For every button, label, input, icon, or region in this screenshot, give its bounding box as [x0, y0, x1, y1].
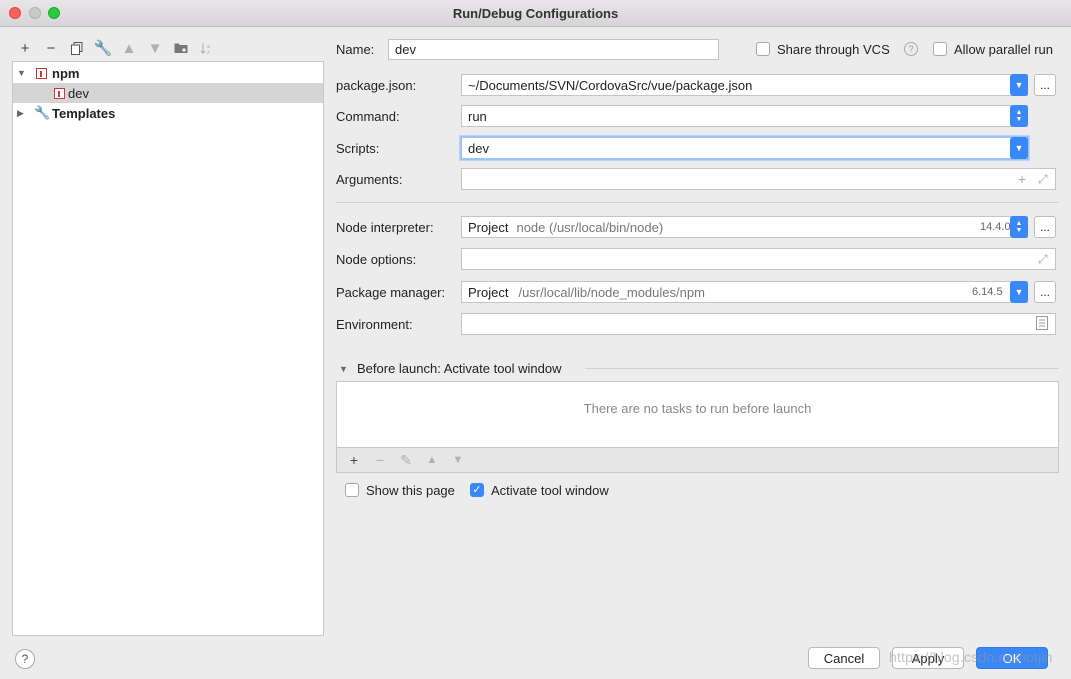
node-interpreter-label: Node interpreter:: [336, 220, 434, 235]
expanded-arrow-icon[interactable]: ▼: [17, 68, 26, 78]
title-bar: Run/Debug Configurations: [0, 0, 1071, 27]
move-up-icon[interactable]: ▲: [116, 38, 142, 58]
collapsed-arrow-icon[interactable]: ▶: [17, 108, 24, 119]
npm-icon: [36, 67, 47, 79]
before-launch-toolbar: + − ✎ ▲ ▼: [336, 448, 1059, 473]
before-launch-list[interactable]: There are no tasks to run before launch: [336, 381, 1059, 448]
tree-label-npm: npm: [52, 65, 80, 81]
arguments-input[interactable]: [461, 168, 1056, 190]
scripts-value: dev: [468, 140, 489, 156]
separator: [585, 368, 1059, 369]
edit-icon[interactable]: ✎: [393, 450, 419, 470]
cancel-button[interactable]: Cancel: [808, 647, 880, 669]
remove-icon[interactable]: −: [38, 38, 64, 58]
browse-package-manager-button[interactable]: ...: [1034, 281, 1056, 303]
add-icon[interactable]: +: [1018, 171, 1026, 187]
command-label: Command:: [336, 109, 400, 124]
tree-node-dev[interactable]: dev: [13, 83, 323, 103]
browse-package-json-button[interactable]: ...: [1034, 74, 1056, 96]
move-down-icon[interactable]: ▼: [142, 38, 168, 58]
add-icon[interactable]: +: [12, 38, 38, 58]
new-folder-icon[interactable]: [168, 38, 194, 58]
tree-label-dev: dev: [68, 85, 89, 101]
copy-icon[interactable]: [64, 38, 90, 58]
sort-icon[interactable]: az: [194, 38, 220, 58]
show-page-checkbox[interactable]: [345, 483, 359, 497]
expanded-arrow-icon[interactable]: ▼: [339, 364, 348, 374]
help-button[interactable]: ?: [15, 649, 35, 669]
help-icon[interactable]: ?: [904, 42, 918, 56]
node-options-label: Node options:: [336, 252, 417, 267]
window-title: Run/Debug Configurations: [452, 6, 619, 21]
separator: [336, 202, 1059, 203]
svg-text:z: z: [207, 50, 210, 55]
package-manager-prefix: Project: [468, 284, 509, 300]
chevron-down-icon[interactable]: ▼: [1010, 137, 1028, 159]
name-input[interactable]: dev: [388, 39, 719, 60]
watermark: https://blog.csdn.net/iotjin: [889, 649, 1053, 665]
name-value: dev: [395, 42, 416, 57]
expand-icon[interactable]: ⤢: [1038, 252, 1048, 267]
package-manager-combo[interactable]: Project /usr/local/lib/node_modules/npm: [461, 281, 1028, 303]
name-label: Name:: [336, 42, 375, 57]
command-select[interactable]: run: [461, 105, 1028, 127]
npm-version: 6.14.5: [972, 286, 1003, 298]
tree-node-templates[interactable]: ▶ 🔧 Templates: [13, 103, 323, 123]
node-interpreter-prefix: Project: [468, 219, 509, 235]
expand-icon[interactable]: ⤢: [1038, 172, 1048, 187]
activate-tool-label: Activate tool window: [491, 483, 609, 498]
tree-label-templates: Templates: [52, 105, 116, 121]
chevron-down-icon[interactable]: ▼: [1010, 74, 1028, 96]
tree-node-npm[interactable]: ▼ npm: [13, 63, 323, 83]
show-page-label: Show this page: [366, 483, 455, 498]
browse-node-interpreter-button[interactable]: ...: [1034, 216, 1056, 238]
wrench-icon[interactable]: 🔧: [90, 38, 116, 58]
move-up-icon[interactable]: ▲: [419, 450, 445, 470]
package-manager-path: /usr/local/lib/node_modules/npm: [518, 284, 705, 300]
environment-label: Environment:: [336, 317, 413, 332]
command-value: run: [468, 108, 487, 124]
updown-icon[interactable]: ▲ ▼: [1010, 216, 1028, 238]
activate-tool-checkbox[interactable]: ✓: [470, 483, 484, 497]
allow-parallel-label: Allow parallel run: [954, 42, 1053, 57]
npm-icon: [54, 87, 65, 99]
package-json-value: ~/Documents/SVN/CordovaSrc/vue/package.j…: [468, 77, 753, 93]
package-json-label: package.json:: [336, 78, 417, 93]
node-options-input[interactable]: [461, 248, 1056, 270]
move-down-icon[interactable]: ▼: [445, 450, 471, 470]
package-manager-label: Package manager:: [336, 285, 446, 300]
remove-icon[interactable]: −: [367, 450, 393, 470]
add-icon[interactable]: +: [341, 450, 367, 470]
node-version: 14.4.0: [980, 221, 1011, 233]
before-launch-empty-text: There are no tasks to run before launch: [583, 401, 812, 416]
share-vcs-checkbox[interactable]: [756, 42, 770, 56]
document-icon[interactable]: [1036, 316, 1048, 333]
arguments-label: Arguments:: [336, 172, 403, 187]
environment-input[interactable]: [461, 313, 1056, 335]
node-interpreter-path: node (/usr/local/bin/node): [516, 219, 664, 235]
updown-icon[interactable]: ▲ ▼: [1010, 105, 1028, 127]
package-json-combo[interactable]: ~/Documents/SVN/CordovaSrc/vue/package.j…: [461, 74, 1028, 96]
scripts-label: Scripts:: [336, 141, 380, 156]
before-launch-header: Before launch: Activate tool window: [357, 361, 562, 376]
share-vcs-label: Share through VCS: [777, 42, 890, 57]
node-interpreter-select[interactable]: Project node (/usr/local/bin/node): [461, 216, 1028, 238]
configurations-tree[interactable]: ▼ npm dev ▶ 🔧 Templates: [12, 61, 324, 636]
wrench-icon: 🔧: [34, 105, 51, 120]
configurations-toolbar: + − 🔧 ▲ ▼ az: [12, 38, 220, 58]
chevron-down-icon[interactable]: ▼: [1010, 281, 1028, 303]
allow-parallel-checkbox[interactable]: [933, 42, 947, 56]
scripts-combo[interactable]: dev: [460, 136, 1029, 160]
